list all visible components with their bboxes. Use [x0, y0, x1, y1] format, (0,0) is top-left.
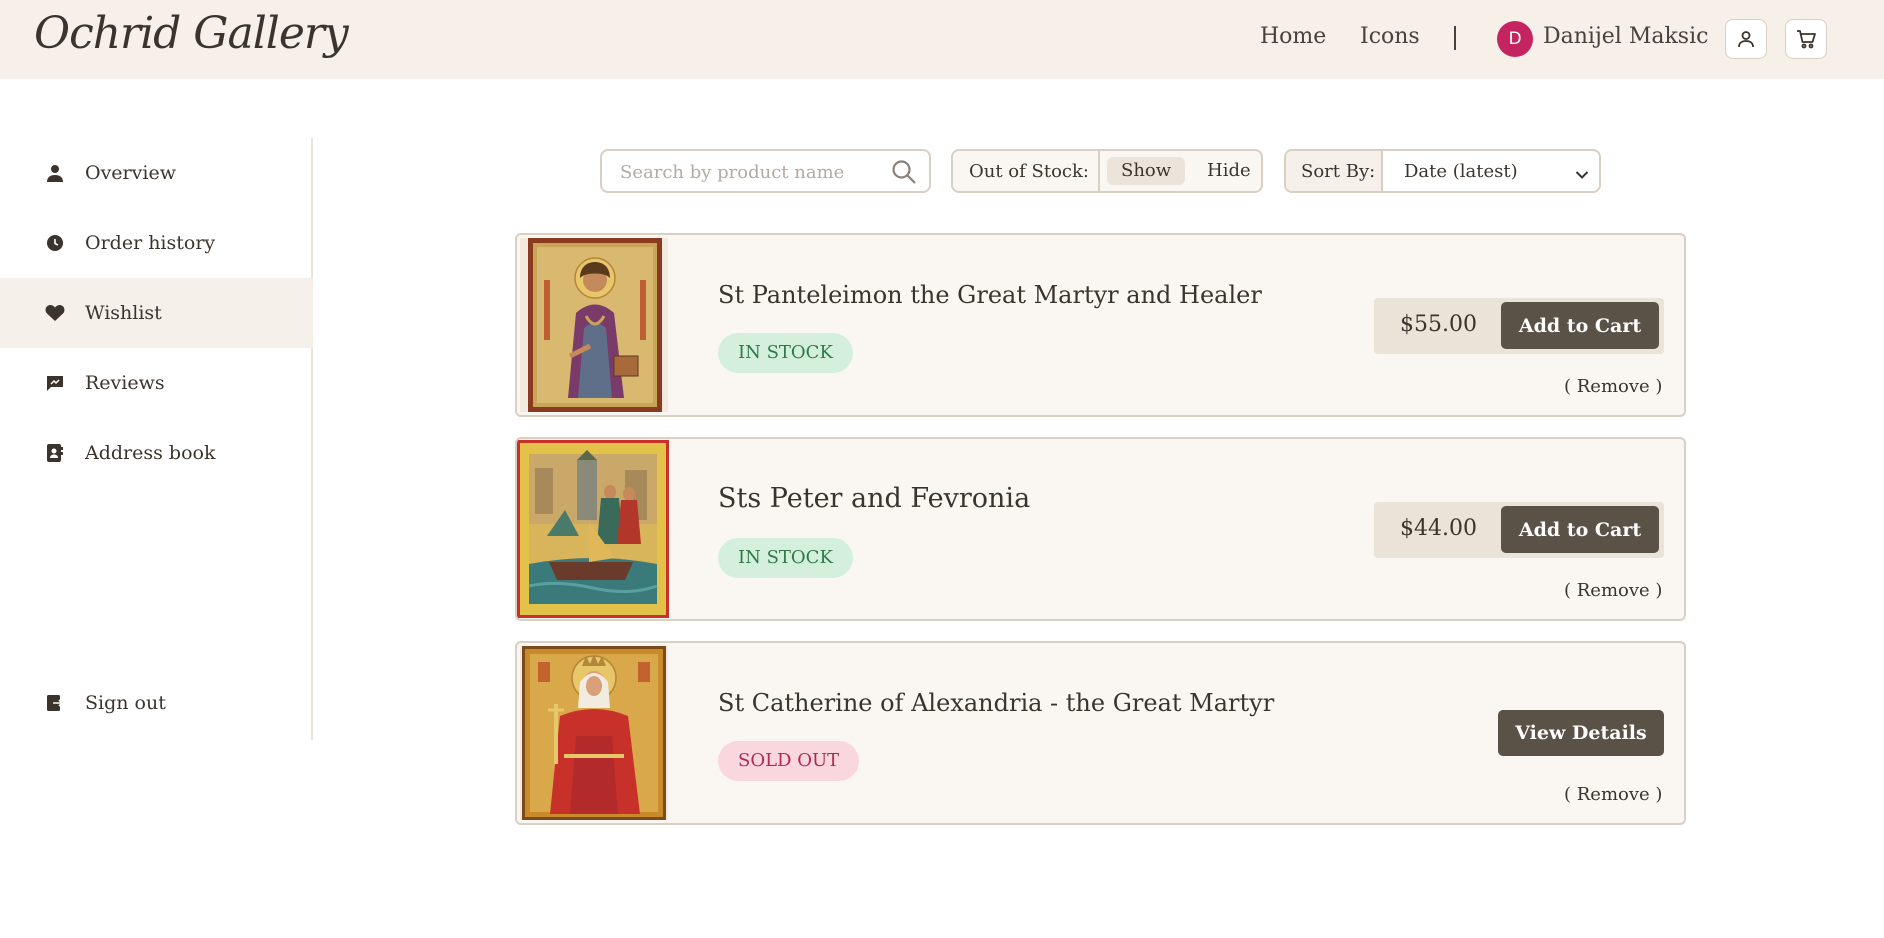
remove-link[interactable]: ( Remove ): [1564, 784, 1662, 805]
sidebar-item-label: Address book: [85, 442, 216, 464]
sign-out-icon: [45, 693, 65, 713]
sort-value[interactable]: Date (latest): [1404, 161, 1518, 182]
sort-label-box: Sort By:: [1286, 151, 1383, 191]
sidebar-item-sign-out[interactable]: Sign out: [0, 668, 313, 738]
wishlist-item: St Panteleimon the Great Martyr and Heal…: [515, 233, 1686, 417]
cart-button[interactable]: [1785, 19, 1827, 59]
nav-divider: [1454, 26, 1456, 50]
product-price: $44.00: [1400, 516, 1477, 541]
sidebar-item-label: Wishlist: [85, 302, 162, 324]
site-logo[interactable]: Ochrid Gallery: [34, 8, 349, 59]
user-icon: [45, 163, 65, 183]
product-image[interactable]: [520, 238, 668, 412]
nav-icons-link[interactable]: Icons: [1360, 24, 1420, 49]
cart-icon: [1797, 30, 1816, 49]
sidebar-item-label: Overview: [85, 162, 176, 184]
product-image[interactable]: [517, 440, 669, 618]
account-sidebar: Overview Order history Wishlist Reviews …: [0, 138, 313, 740]
account-icon: [1738, 31, 1754, 48]
wishlist-item: St Catherine of Alexandria - the Great M…: [515, 641, 1686, 825]
out-of-stock-label: Out of Stock:: [969, 161, 1089, 182]
user-name[interactable]: Danijel Maksic: [1543, 24, 1708, 49]
stock-status-badge: IN STOCK: [718, 538, 853, 578]
sidebar-item-label: Reviews: [85, 372, 165, 394]
product-title[interactable]: St Panteleimon the Great Martyr and Heal…: [718, 281, 1262, 309]
sidebar-item-overview[interactable]: Overview: [0, 138, 313, 208]
nav-home-link[interactable]: Home: [1260, 24, 1326, 49]
user-avatar[interactable]: D: [1497, 21, 1533, 57]
product-title[interactable]: St Catherine of Alexandria - the Great M…: [718, 689, 1274, 717]
toggle-divider: [1098, 151, 1100, 191]
sidebar-item-order-history[interactable]: Order history: [0, 208, 313, 278]
chevron-down-icon[interactable]: [1575, 165, 1589, 184]
out-of-stock-toggle: Out of Stock: Show Hide: [951, 149, 1263, 193]
wishlist-item: Sts Peter and Fevronia IN STOCK $44.00 A…: [515, 437, 1686, 621]
sort-label: Sort By:: [1301, 161, 1376, 182]
search-input[interactable]: [620, 160, 880, 184]
add-to-cart-button[interactable]: Add to Cart: [1501, 302, 1659, 349]
sidebar-item-label: Sign out: [85, 692, 166, 714]
product-price: $55.00: [1400, 312, 1477, 337]
top-header: Ochrid Gallery Home Icons D Danijel Maks…: [0, 0, 1884, 79]
sort-select[interactable]: Sort By: Date (latest): [1284, 149, 1601, 193]
review-icon: [45, 373, 65, 393]
remove-link[interactable]: ( Remove ): [1564, 376, 1662, 397]
search-box: [600, 149, 931, 193]
address-book-icon: [45, 443, 65, 463]
price-box: $55.00 Add to Cart: [1374, 298, 1664, 354]
heart-icon: [45, 303, 65, 323]
sidebar-item-wishlist[interactable]: Wishlist: [0, 278, 313, 348]
add-to-cart-button[interactable]: Add to Cart: [1501, 506, 1659, 553]
product-title[interactable]: Sts Peter and Fevronia: [718, 483, 1030, 514]
product-image[interactable]: [520, 646, 668, 820]
account-button[interactable]: [1725, 19, 1767, 59]
search-icon[interactable]: [891, 159, 917, 189]
stock-status-badge: IN STOCK: [718, 333, 853, 373]
history-icon: [45, 233, 65, 253]
price-box: $44.00 Add to Cart: [1374, 502, 1664, 558]
view-details-button[interactable]: View Details: [1498, 710, 1664, 756]
stock-status-badge: SOLD OUT: [718, 741, 860, 781]
remove-link[interactable]: ( Remove ): [1564, 580, 1662, 601]
hide-option[interactable]: Hide: [1193, 157, 1265, 185]
sidebar-item-reviews[interactable]: Reviews: [0, 348, 313, 418]
show-option[interactable]: Show: [1107, 157, 1186, 185]
sidebar-item-address-book[interactable]: Address book: [0, 418, 313, 488]
sidebar-item-label: Order history: [85, 232, 216, 254]
